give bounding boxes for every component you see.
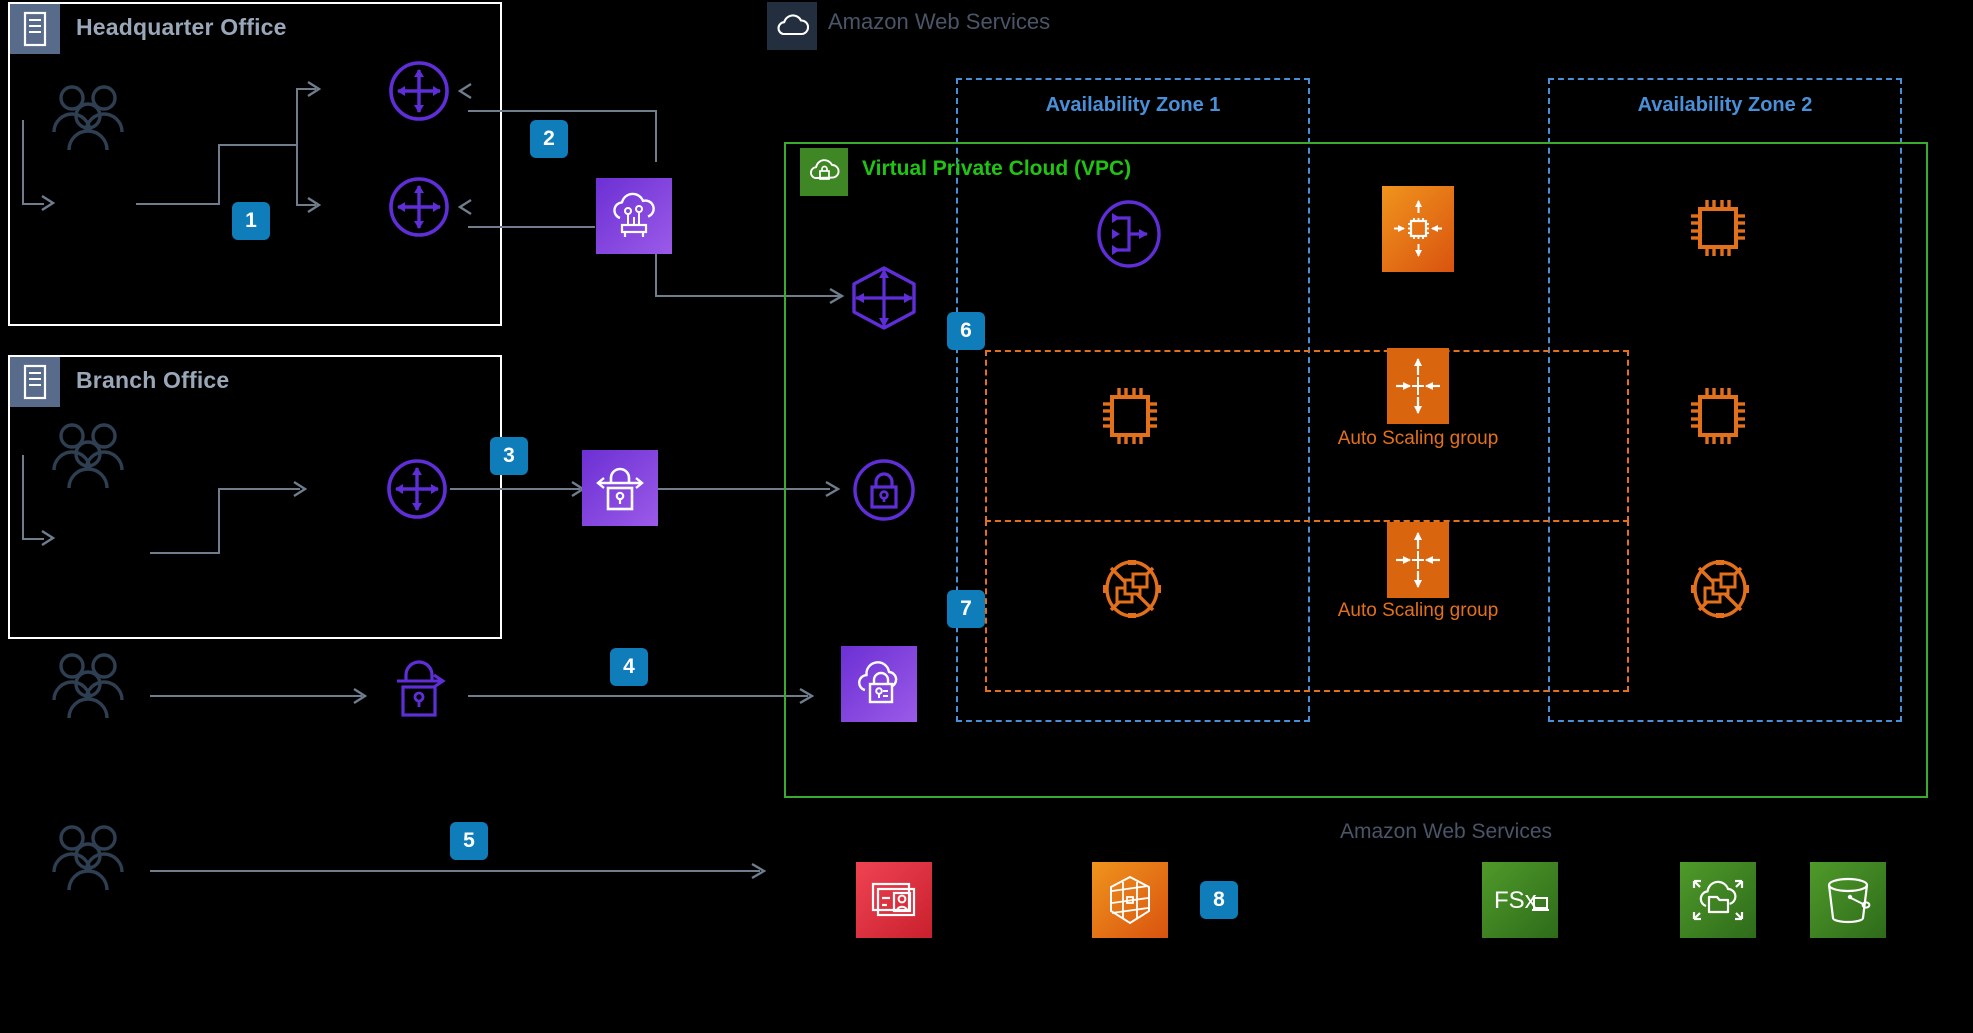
dx-arrow-router1 bbox=[455, 80, 473, 107]
branch-office-title: Branch Office bbox=[76, 367, 230, 393]
headquarter-office-box: Headquarter Office bbox=[8, 2, 502, 326]
headquarter-office-title: Headquarter Office bbox=[76, 14, 287, 40]
elastic-file-system-icon bbox=[1680, 862, 1756, 938]
step-badge-7: 7 bbox=[947, 590, 985, 628]
hq-line-mid-vertical bbox=[218, 144, 220, 205]
auto-scaling-group-label-1: Auto Scaling group bbox=[1337, 428, 1499, 449]
remote-line-2 bbox=[150, 870, 760, 872]
auto-scaling-group-box-2 bbox=[985, 520, 1629, 692]
remote-arrow-2 bbox=[750, 860, 770, 887]
appstream-icon bbox=[1092, 862, 1168, 938]
corporate-data-center-icon bbox=[10, 4, 60, 54]
ec2-instance-icon bbox=[1683, 192, 1753, 264]
branch-line-mid-vertical bbox=[218, 488, 220, 554]
hq-arrow-router1 bbox=[306, 78, 324, 105]
step-badge-5: 5 bbox=[450, 822, 488, 860]
vpc-label: Virtual Private Cloud (VPC) bbox=[862, 157, 1132, 180]
transit-gateway-icon bbox=[848, 262, 920, 334]
aws-cloud-title: Amazon Web Services bbox=[828, 9, 1051, 34]
branch-line-mid-bottom bbox=[150, 552, 220, 554]
remote-line-1 bbox=[150, 695, 362, 697]
dx-arrow-router2 bbox=[455, 196, 473, 223]
step-badge-6: 6 bbox=[947, 312, 985, 350]
dx-line-router1-vertical bbox=[655, 110, 657, 162]
ec2-instance-icon bbox=[1683, 380, 1753, 452]
router-icon bbox=[388, 176, 450, 238]
aws-cloud-icon bbox=[767, 2, 817, 50]
users-group-icon bbox=[48, 822, 128, 890]
hq-line-mid-top bbox=[218, 144, 298, 146]
auto-scaling-icon bbox=[1387, 522, 1449, 598]
dx-line-router1 bbox=[468, 110, 656, 112]
step-badge-1: 1 bbox=[232, 202, 270, 240]
aws-services-footer-label: Amazon Web Services bbox=[1340, 820, 1553, 843]
branch-line-to-router bbox=[218, 488, 300, 490]
hq-line-branch-vertical bbox=[296, 88, 298, 206]
router-icon bbox=[386, 458, 448, 520]
corporate-data-center-icon bbox=[10, 357, 60, 407]
direct-connect-icon bbox=[596, 178, 672, 254]
vpc-icon bbox=[800, 148, 848, 196]
remote-line-to-clientvpn bbox=[468, 695, 808, 697]
dx-line-router2 bbox=[468, 226, 595, 228]
client-vpn-icon bbox=[841, 646, 917, 722]
availability-zone-1-label: Availability Zone 1 bbox=[1045, 94, 1221, 116]
users-group-icon bbox=[48, 420, 128, 488]
router-icon bbox=[388, 60, 450, 122]
step-badge-3: 3 bbox=[490, 437, 528, 475]
branch-arrow-router bbox=[292, 478, 310, 505]
elastic-container-service-icon bbox=[1683, 552, 1757, 626]
branch-line-to-vpn bbox=[450, 488, 580, 490]
users-group-icon bbox=[48, 650, 128, 718]
elastic-container-service-icon bbox=[1095, 552, 1169, 626]
auto-scaling-icon bbox=[1387, 348, 1449, 424]
directory-service-icon bbox=[856, 862, 932, 938]
hq-line-mid-bottom bbox=[136, 203, 219, 205]
ec2-instance-icon bbox=[1095, 380, 1165, 452]
step-badge-8: 8 bbox=[1200, 881, 1238, 919]
hq-line-left-vertical bbox=[22, 120, 24, 205]
site-to-site-vpn-icon bbox=[582, 450, 658, 526]
branch-line-left-vertical bbox=[22, 455, 24, 540]
auto-scaling-group-label-2: Auto Scaling group bbox=[1337, 600, 1499, 621]
vpn-gateway-icon bbox=[852, 458, 916, 522]
hq-arrow-left bbox=[40, 192, 58, 219]
elastic-load-balancing-icon bbox=[1093, 198, 1165, 270]
svg-text:FSx: FSx bbox=[1494, 887, 1537, 914]
fsx-icon: FSx bbox=[1482, 862, 1558, 938]
hq-arrow-router2 bbox=[306, 194, 324, 221]
ec2-auto-scaling-icon bbox=[1382, 186, 1454, 272]
remote-arrow-1 bbox=[352, 685, 370, 712]
simple-storage-service-icon bbox=[1810, 862, 1886, 938]
availability-zone-2-label: Availability Zone 2 bbox=[1637, 94, 1813, 116]
step-badge-4: 4 bbox=[610, 648, 648, 686]
customer-gateway-icon bbox=[388, 655, 450, 731]
auto-scaling-group-box-1 bbox=[985, 350, 1629, 522]
step-badge-2: 2 bbox=[530, 120, 568, 158]
users-group-icon bbox=[48, 82, 128, 150]
branch-arrow-left bbox=[40, 527, 58, 554]
